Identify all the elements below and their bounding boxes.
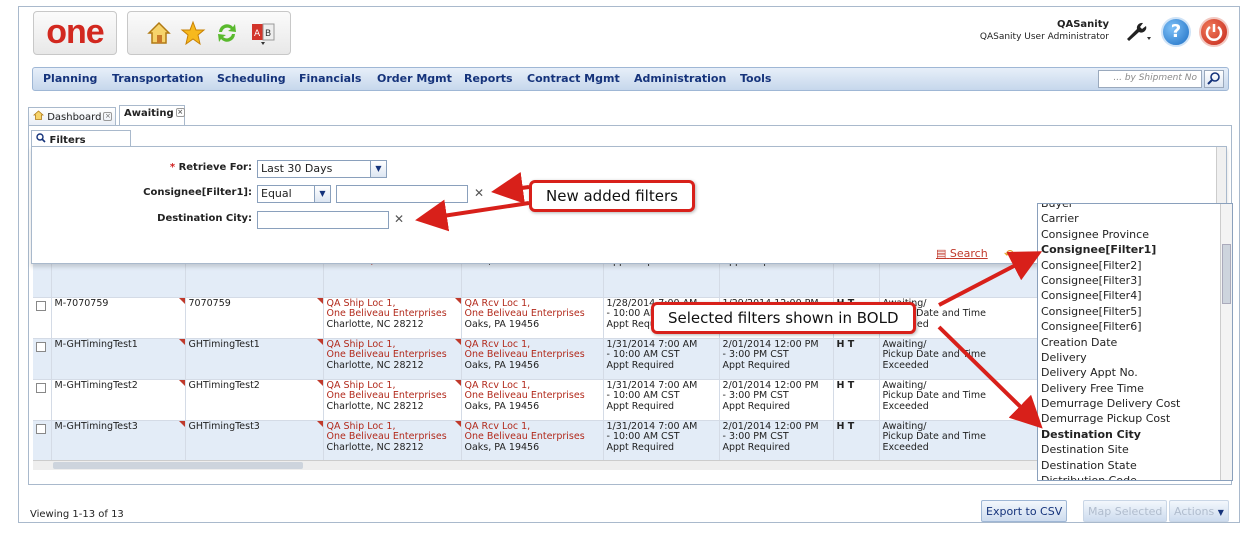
annotation-arrows	[415, 171, 1043, 429]
callout-new-filters: New added filters	[529, 180, 695, 212]
callout-bold-filters: Selected filters shown in BOLD	[651, 302, 916, 334]
application-window: one AB QASanity QASanity User Administra…	[18, 6, 1240, 523]
